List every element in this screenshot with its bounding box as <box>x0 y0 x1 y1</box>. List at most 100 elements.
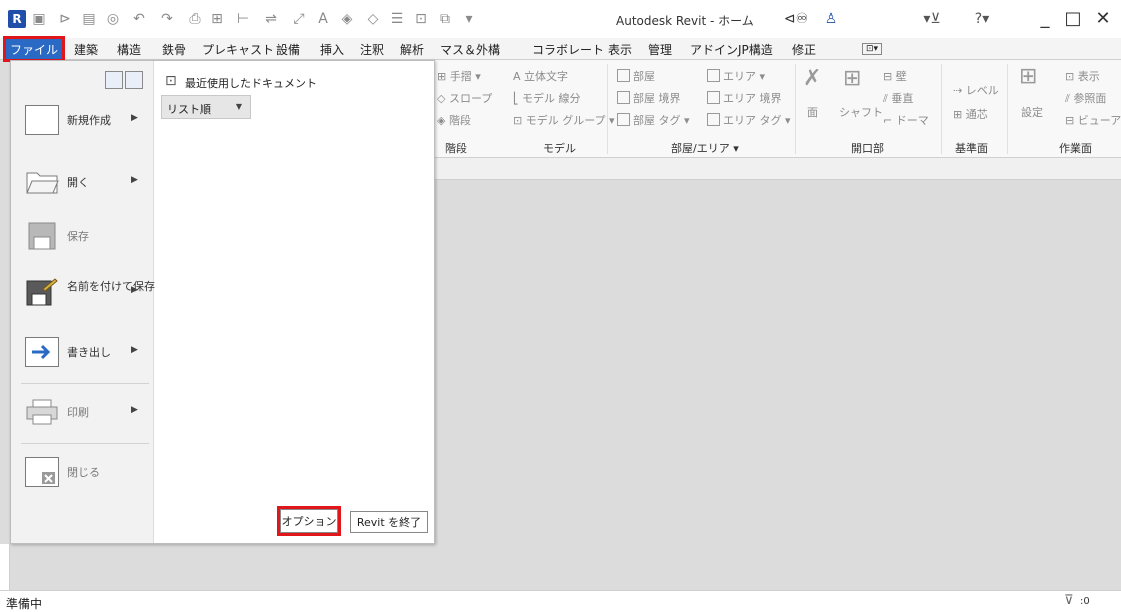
recent-documents-icon[interactable] <box>105 71 123 89</box>
align-icon[interactable]: ⊢ <box>234 10 252 28</box>
view-toggle[interactable] <box>105 71 145 91</box>
group-room-area[interactable]: 部屋/エリア ▾ <box>671 140 739 156</box>
sort-order-select[interactable]: リスト順 ▼ <box>161 95 251 119</box>
redo-icon[interactable]: ↷ <box>158 10 176 28</box>
ribbon-model-group[interactable]: ⊡ モデル グループ ▾ <box>513 112 615 128</box>
ribbon-ref-plane[interactable]: ⫽ 参照面 <box>1065 90 1106 106</box>
shaft-icon[interactable]: ⊞ <box>843 66 861 91</box>
ribbon-railing[interactable]: ⊞ 手摺 ▾ <box>437 68 481 84</box>
save-icon[interactable]: ▤ <box>80 10 98 28</box>
customize-toolbar-icon[interactable]: ▾ <box>460 10 478 28</box>
tab-annotate[interactable]: 注釈 <box>360 41 384 58</box>
viewer-icon: ⊟ <box>1065 114 1075 127</box>
switch-windows-icon[interactable]: ⧉ <box>436 10 454 28</box>
tag-icon[interactable]: ⤢ <box>290 10 308 28</box>
file-menu-print[interactable]: 印刷 ▶ <box>11 389 154 439</box>
tab-collaborate[interactable]: コラボレート <box>532 41 604 58</box>
file-menu-save[interactable]: 保存 <box>11 213 154 263</box>
ribbon-dormer[interactable]: ⌐ ドーマ <box>883 112 929 128</box>
export-icon <box>25 337 59 367</box>
file-menu-export[interactable]: 書き出し ▶ <box>11 329 154 379</box>
tab-massing-site[interactable]: マス＆外構 <box>440 41 500 58</box>
maximize-button[interactable]: □ <box>1058 6 1088 30</box>
file-menu-new[interactable]: 新規作成 ▶ <box>11 97 154 147</box>
chevron-right-icon: ▶ <box>131 175 138 185</box>
minimize-button[interactable]: _ <box>1030 6 1060 30</box>
open-documents-icon[interactable] <box>125 71 143 89</box>
ribbon-vertical-opening[interactable]: ⫽ 垂直 <box>883 90 913 106</box>
filter-icon[interactable]: ⊽ <box>1064 593 1074 608</box>
open-icon[interactable]: ⊳ <box>56 10 74 28</box>
ribbon-shaft[interactable]: シャフト <box>839 104 883 120</box>
measure-icon[interactable]: ⊞ <box>208 10 226 28</box>
tab-systems[interactable]: 設備 <box>276 41 300 58</box>
ribbon-room[interactable]: 部屋 <box>617 68 655 84</box>
tab-analyze[interactable]: 解析 <box>400 41 424 58</box>
user-icon[interactable]: ♙ <box>822 10 840 28</box>
ribbon-area-tag[interactable]: エリア タグ ▾ <box>707 112 791 128</box>
ribbon-show[interactable]: ⊡ 表示 <box>1065 68 1100 84</box>
3d-view-icon[interactable]: ◈ <box>338 10 356 28</box>
cart-icon[interactable]: ▾⊻ <box>912 10 952 28</box>
tab-jp-structure[interactable]: JP構造 <box>738 41 773 58</box>
folder-icon <box>25 167 59 197</box>
ribbon-area[interactable]: エリア ▾ <box>707 68 765 84</box>
options-bar <box>435 158 1121 180</box>
print-icon[interactable]: ⎙ <box>186 10 204 28</box>
file-menu-commands: 新規作成 ▶ 開く ▶ 保存 名前を付けて保存 ▶ 書き出し ▶ 印刷 ▶ 閉じ… <box>11 61 155 543</box>
ribbon-ramp[interactable]: ◇ スロープ <box>437 90 492 106</box>
section-icon[interactable]: ◇ <box>364 10 382 28</box>
ribbon-model-line[interactable]: ⎣ モデル 線分 <box>513 90 581 106</box>
ribbon-stair[interactable]: ◈ 階段 <box>437 112 471 128</box>
ribbon-grid[interactable]: ⊞ 通芯 <box>953 106 988 122</box>
tab-precast[interactable]: プレキャスト <box>202 41 274 58</box>
tab-addins[interactable]: アドイン <box>690 41 738 58</box>
close-button[interactable]: ✕ <box>1088 6 1118 30</box>
tab-view[interactable]: 表示 <box>608 41 632 58</box>
file-menu-save-as[interactable]: 名前を付けて保存 ▶ <box>11 269 155 319</box>
revit-logo-icon[interactable]: R <box>8 10 26 28</box>
file-menu: 新規作成 ▶ 開く ▶ 保存 名前を付けて保存 ▶ 書き出し ▶ 印刷 ▶ 閉じ… <box>10 60 435 544</box>
ribbon-room-separator[interactable]: 部屋 境界 <box>617 90 681 106</box>
ribbon-minimize-icon[interactable]: ⊡▾ <box>862 43 883 55</box>
work-plane-set-icon[interactable]: ⊞ <box>1019 64 1037 89</box>
help-icon[interactable]: ?▾ <box>962 10 1002 28</box>
ribbon-model-text[interactable]: A 立体文字 <box>513 68 568 84</box>
ribbon-level[interactable]: ⇢ レベル <box>953 82 999 98</box>
tab-steel[interactable]: 鉄骨 <box>162 41 186 58</box>
ribbon-area-boundary[interactable]: エリア 境界 <box>707 90 782 106</box>
chevron-right-icon: ▶ <box>131 285 138 295</box>
title-bar: R ▣ ⊳ ▤ ◎ ↶ ↷ ⎙ ⊞ ⊢ ⇌ ⤢ A ◈ ◇ ☰ ⊡ ⧉ ▾ Au… <box>0 0 1121 38</box>
thin-lines-icon[interactable]: ☰ <box>388 10 406 28</box>
file-menu-close[interactable]: 閉じる <box>11 449 154 499</box>
ribbon-viewer[interactable]: ⊟ ビューア <box>1065 112 1121 128</box>
options-button[interactable]: オプション <box>277 506 341 536</box>
chevron-right-icon: ▶ <box>131 405 138 415</box>
tab-structure[interactable]: 構造 <box>117 41 141 58</box>
ribbon-wall-opening[interactable]: ⊟ 壁 <box>883 68 907 84</box>
app-menu-icon[interactable]: ▣ <box>30 10 48 28</box>
tab-manage[interactable]: 管理 <box>648 41 672 58</box>
ribbon-set[interactable]: 設定 <box>1021 104 1043 120</box>
by-face-icon[interactable]: ✗ <box>803 66 821 91</box>
sync-icon[interactable]: ◎ <box>104 10 122 28</box>
recent-documents-title: 最近使用したドキュメント <box>185 77 317 90</box>
undo-icon[interactable]: ↶ <box>130 10 148 28</box>
room-separator-icon <box>617 91 630 104</box>
show-icon: ⊡ <box>1065 70 1075 83</box>
exit-revit-button[interactable]: Revit を終了 <box>350 511 428 533</box>
file-menu-open[interactable]: 開く ▶ <box>11 159 154 209</box>
ribbon-room-tag[interactable]: 部屋 タグ ▾ <box>617 112 690 128</box>
tab-file[interactable]: ファイル <box>3 36 65 62</box>
ribbon-by-face[interactable]: 面 <box>807 104 818 120</box>
tab-architecture[interactable]: 建築 <box>74 41 98 58</box>
tab-insert[interactable]: 挿入 <box>320 41 344 58</box>
text-icon[interactable]: A <box>314 10 332 28</box>
model-text-icon: A <box>513 70 521 83</box>
tab-modify[interactable]: 修正 <box>792 41 816 58</box>
close-hidden-icon[interactable]: ⊡ <box>412 10 430 28</box>
dormer-icon: ⌐ <box>883 114 893 127</box>
ribbon-tabs: ファイル 建築 構造 鉄骨 プレキャスト 設備 挿入 注釈 解析 マス＆外構 コ… <box>0 36 1121 62</box>
dimension-icon[interactable]: ⇌ <box>262 10 280 28</box>
binoculars-icon[interactable]: ⊲♾ <box>778 10 814 28</box>
